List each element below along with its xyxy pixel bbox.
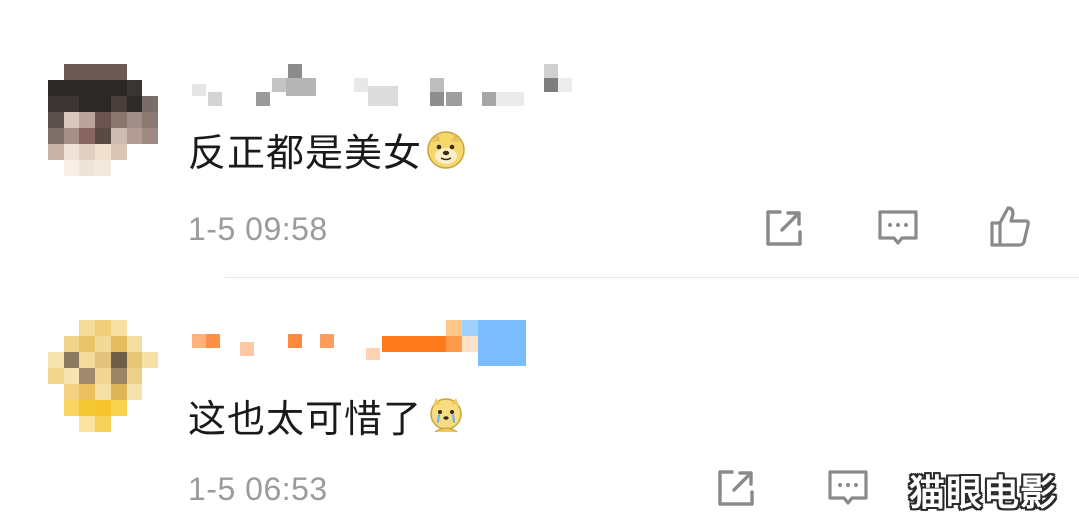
doge-face-emoji: [427, 130, 465, 169]
comment-text-content: 反正都是美女: [188, 133, 423, 175]
username-mosaic[interactable]: [190, 318, 530, 366]
avatar[interactable]: [48, 320, 158, 432]
comment-text: 反正都是美女: [188, 122, 466, 177]
username-mosaic[interactable]: [190, 62, 580, 108]
share-icon[interactable]: [762, 206, 806, 250]
comment-icon[interactable]: [876, 206, 920, 250]
comment-text: 这也太可惜了: [188, 388, 466, 443]
like-icon[interactable]: [988, 204, 1032, 248]
comment-time: 1-5 09:58: [188, 211, 328, 247]
share-icon[interactable]: [714, 466, 758, 510]
comment-text-content: 这也太可惜了: [188, 399, 423, 441]
watermark: 猫眼电影: [908, 472, 1057, 513]
comment-item: 反正都是美女 1-5 09:58: [0, 0, 1079, 277]
comment-icon[interactable]: [826, 466, 870, 510]
avatar[interactable]: [48, 64, 158, 176]
crying-doge-emoji: [430, 397, 462, 432]
comment-time: 1-5 06:53: [188, 471, 328, 507]
